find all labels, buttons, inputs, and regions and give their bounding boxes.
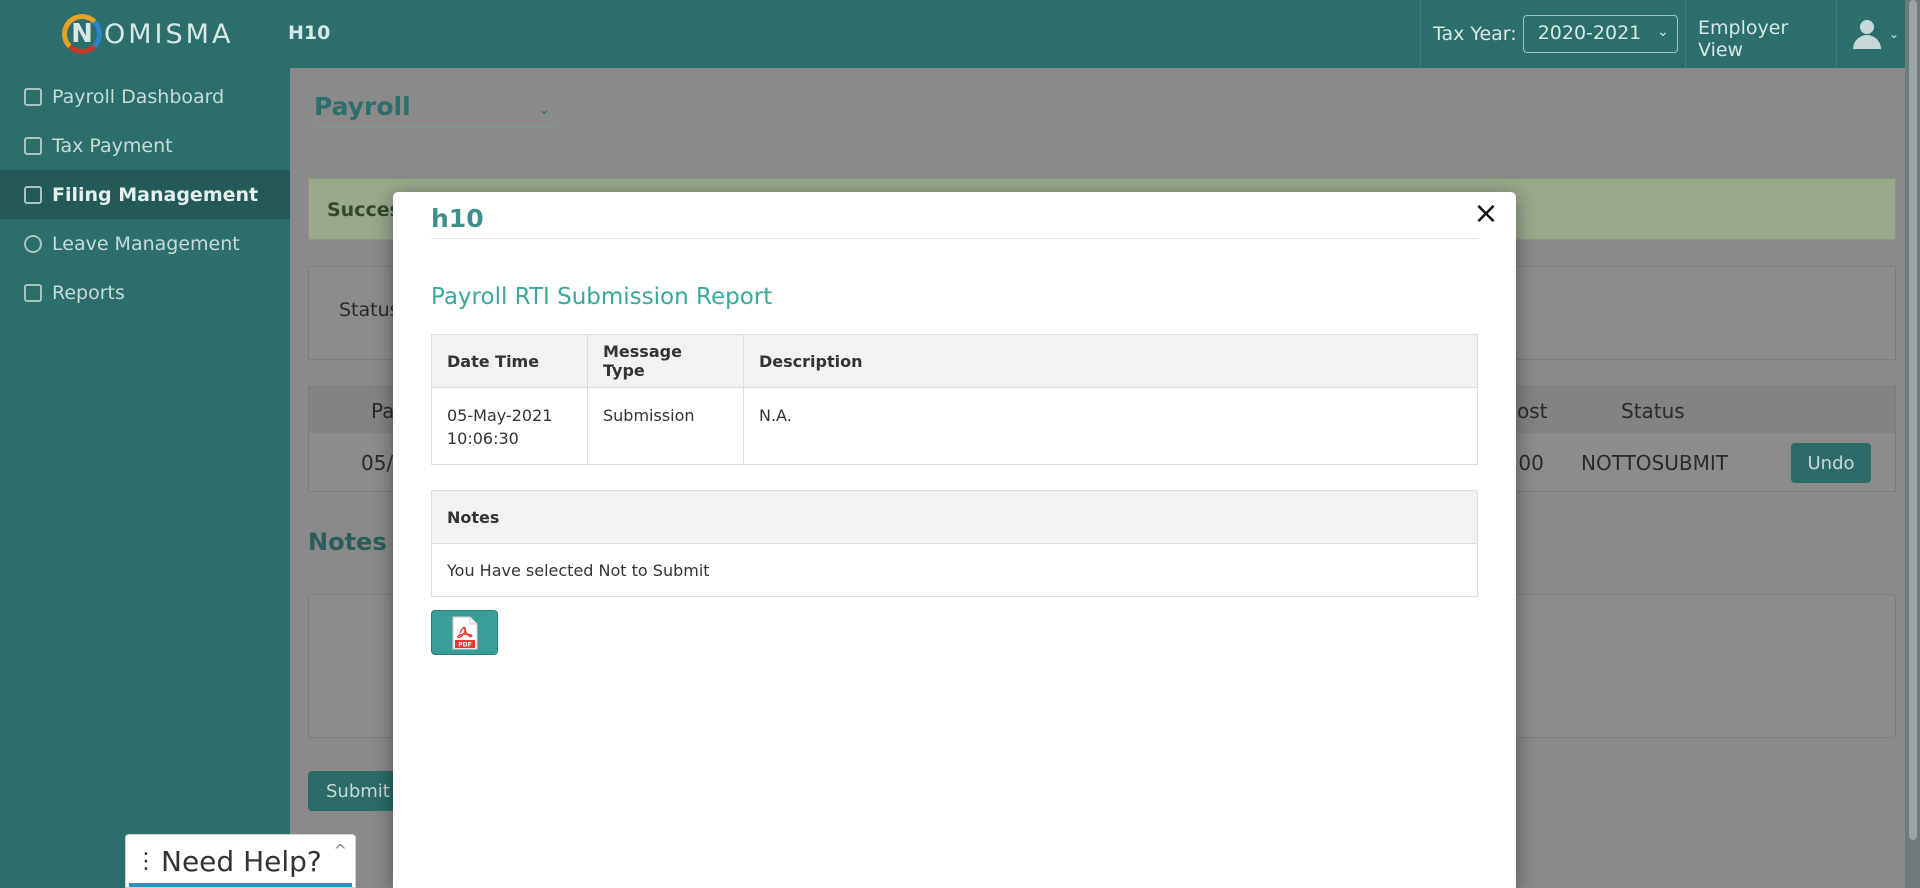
close-icon[interactable]: × (1470, 198, 1502, 230)
need-help-widget[interactable]: ⋮ Need Help? ^ (125, 834, 356, 888)
cell-description: N.A. (743, 387, 1478, 465)
col-header-date-time: Date Time (431, 334, 588, 388)
col-header-message-type: Message Type (587, 334, 744, 388)
cell-date: 05-May-2021 (447, 406, 553, 425)
pdf-icon: PDF (452, 616, 477, 649)
modal-title: h10 (431, 204, 484, 233)
cell-message-type: Submission (587, 387, 744, 465)
submission-report-modal: h10 × Payroll RTI Submission Report Date… (393, 192, 1516, 888)
table-row: You Have selected Not to Submit (431, 543, 1478, 597)
notes-table: Notes You Have selected Not to Submit (431, 490, 1478, 597)
notes-header: Notes (431, 490, 1478, 544)
report-title: Payroll RTI Submission Report (431, 284, 773, 310)
drag-handle-icon: ⋮ (135, 848, 157, 874)
report-table: Date Time Message Type Description 05-Ma… (431, 334, 1478, 465)
report-table-header-row: Date Time Message Type Description (431, 334, 1478, 388)
download-pdf-button[interactable]: PDF (431, 610, 498, 655)
table-row: 05-May-2021 10:06:30 Submission N.A. (431, 387, 1478, 465)
chevron-up-icon[interactable]: ^ (334, 841, 347, 860)
need-help-label: Need Help? (161, 844, 322, 878)
notes-text: You Have selected Not to Submit (431, 543, 1478, 597)
col-header-description: Description (743, 334, 1478, 388)
cell-date-time: 05-May-2021 10:06:30 (431, 387, 588, 465)
pdf-icon-label: PDF (458, 641, 471, 648)
cell-time: 10:06:30 (447, 429, 519, 448)
need-help-bar: ⋮ Need Help? (129, 839, 352, 887)
modal-divider (431, 238, 1478, 239)
